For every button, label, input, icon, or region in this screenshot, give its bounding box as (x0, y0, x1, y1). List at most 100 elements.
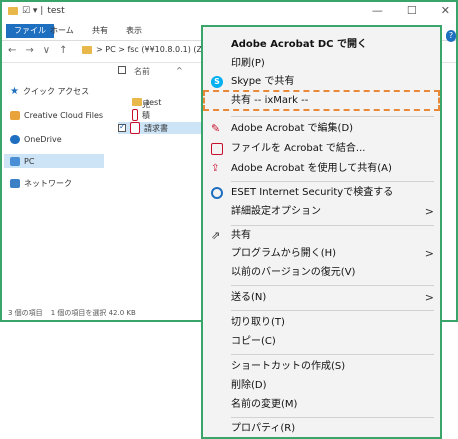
sort-indicator-icon: ^ (176, 66, 183, 75)
menu-item-open-acrobat[interactable]: Adobe Acrobat DC で開く (203, 35, 440, 55)
nav-buttons: ← → ∨ ↑ (8, 45, 68, 56)
menu-item-label: 名前の変更(M) (231, 399, 298, 410)
submenu-arrow-icon: > (424, 247, 434, 260)
menu-item-print[interactable]: 印刷(P) (203, 54, 440, 74)
menu-item-label: 詳細設定オプション (231, 206, 321, 217)
menu-item-combine-acrobat[interactable]: ファイルを Acrobat で結合... (203, 139, 440, 159)
sidebar-item-network[interactable]: ネットワーク (10, 176, 72, 190)
menu-item-label: 印刷(P) (231, 58, 265, 69)
sidebar-item-label: ネットワーク (24, 178, 72, 188)
menu-item-label: ショートカットの作成(S) (231, 361, 346, 372)
column-header-label: 名前 (134, 67, 150, 76)
tab-share[interactable]: 共有 (92, 25, 108, 36)
menu-item-label: 以前のバージョンの復元(V) (231, 267, 356, 278)
menu-item-eset-scan[interactable]: ESET Internet Securityで検査する (203, 183, 440, 203)
menu-item-ixmark-share[interactable]: 共有 -- ixMark -- (203, 91, 440, 111)
sidebar-item-label: OneDrive (24, 134, 62, 144)
tab-view[interactable]: 表示 (126, 25, 142, 36)
network-icon (10, 178, 20, 188)
maximize-button[interactable]: ☐ (407, 4, 417, 17)
menu-item-rename[interactable]: 名前の変更(M) (203, 395, 440, 415)
share-icon: ⇗ (211, 229, 221, 242)
minimize-button[interactable]: — (372, 4, 383, 17)
close-button[interactable]: ✕ (441, 4, 450, 17)
star-icon: ★ (10, 85, 19, 97)
tab-file[interactable]: ファイル (6, 24, 54, 38)
menu-item-label: コピー(C) (231, 336, 276, 347)
back-button[interactable]: ← (8, 45, 16, 56)
acrobat-share-icon: ⇪ (211, 163, 220, 174)
menu-item-label: ESET Internet Securityで検査する (231, 187, 394, 198)
sidebar-item-pc[interactable]: PC (4, 154, 104, 168)
window-controls: — ☐ ✕ (372, 4, 450, 17)
forward-button[interactable]: → (25, 45, 33, 56)
quick-access-toolbar: ☑ ▾ | test (8, 6, 65, 16)
menu-item-properties[interactable]: プロパティ(R) (203, 419, 440, 439)
tab-home[interactable]: ホーム (50, 25, 74, 36)
menu-item-label: Adobe Acrobat で編集(D) (231, 123, 354, 134)
window-title: test (47, 6, 65, 16)
cloud-files-icon (10, 110, 20, 120)
menu-separator (231, 285, 434, 286)
menu-item-edit-acrobat[interactable]: ✎ Adobe Acrobat で編集(D) (203, 119, 440, 139)
menu-separator (231, 181, 434, 182)
menu-item-copy[interactable]: コピー(C) (203, 332, 440, 352)
menu-item-label: プロパティ(R) (231, 423, 296, 434)
pdf-icon (130, 122, 140, 134)
folder-icon (8, 7, 18, 15)
list-item-selected[interactable]: 請求書 (118, 122, 208, 134)
navigation-pane: ★ クイック アクセス Creative Cloud Files OneDriv… (2, 64, 106, 294)
menu-item-open-with[interactable]: プログラムから開く(H) > (203, 244, 440, 264)
onedrive-icon (10, 134, 20, 144)
title-bar: ☑ ▾ | test — ☐ ✕ (2, 2, 456, 22)
quick-access-controls[interactable]: ☑ ▾ | (22, 6, 43, 16)
context-menu: Adobe Acrobat DC で開く 印刷(P) S Skype で共有 共… (201, 25, 442, 439)
selection-info: 1 個の項目を選択 42.0 KB (50, 309, 136, 317)
menu-item-label: 削除(D) (231, 380, 267, 391)
help-icon[interactable]: ? (446, 30, 456, 42)
sidebar-item-creative-cloud[interactable]: Creative Cloud Files (10, 108, 103, 122)
menu-item-advanced-options[interactable]: 詳細設定オプション > (203, 202, 440, 222)
menu-item-send-to[interactable]: 送る(N) > (203, 288, 440, 308)
menu-separator (231, 116, 434, 117)
menu-item-restore-previous[interactable]: 以前のバージョンの復元(V) (203, 263, 440, 283)
sidebar-item-onedrive[interactable]: OneDrive (10, 132, 62, 146)
menu-separator (231, 354, 434, 355)
menu-item-label: 切り取り(T) (231, 317, 285, 328)
menu-item-label: プログラムから開く(H) (231, 248, 337, 259)
menu-item-label: 共有 -- ixMark -- (231, 95, 309, 106)
submenu-arrow-icon: > (424, 205, 434, 218)
acrobat-edit-icon: ✎ (211, 122, 221, 135)
menu-item-share-acrobat[interactable]: ⇪ Adobe Acrobat を使用して共有(A) (203, 159, 440, 179)
status-bar: 3 個の項目 1 個の項目を選択 42.0 KB (8, 308, 136, 318)
up-button[interactable]: ↑ (59, 45, 67, 56)
menu-separator (231, 310, 434, 311)
menu-item-skype-share[interactable]: S Skype で共有 (203, 72, 440, 92)
eset-icon (211, 187, 223, 199)
item-count: 3 個の項目 (8, 309, 43, 317)
menu-separator (231, 417, 434, 418)
menu-item-label: 送る(N) (231, 292, 267, 303)
pc-icon (10, 156, 20, 166)
menu-item-label: Skype で共有 (231, 76, 295, 87)
menu-item-label: 共有 (231, 230, 251, 241)
acrobat-combine-icon (211, 143, 223, 155)
menu-item-label: ファイルを Acrobat で結合... (231, 143, 366, 154)
item-checkbox[interactable] (118, 122, 126, 132)
menu-item-share[interactable]: ⇗ 共有 (203, 226, 440, 246)
pdf-icon (132, 109, 138, 121)
menu-item-cut[interactable]: 切り取り(T) (203, 313, 440, 333)
folder-icon (82, 45, 92, 54)
menu-item-create-shortcut[interactable]: ショートカットの作成(S) (203, 357, 440, 377)
sidebar-item-quick-access[interactable]: ★ クイック アクセス (10, 84, 89, 98)
menu-item-label: Adobe Acrobat を使用して共有(A) (231, 163, 392, 174)
list-item[interactable]: 見積書 (132, 100, 154, 131)
recent-dropdown[interactable]: ∨ (43, 45, 50, 56)
menu-item-delete[interactable]: 削除(D) (203, 376, 440, 396)
sidebar-item-label: クイック アクセス (22, 86, 90, 96)
select-all-checkbox[interactable] (118, 66, 126, 74)
menu-item-label: Adobe Acrobat DC で開く (231, 39, 367, 50)
sidebar-item-label: PC (24, 156, 35, 166)
skype-icon: S (211, 76, 223, 88)
folder-icon (132, 98, 142, 106)
